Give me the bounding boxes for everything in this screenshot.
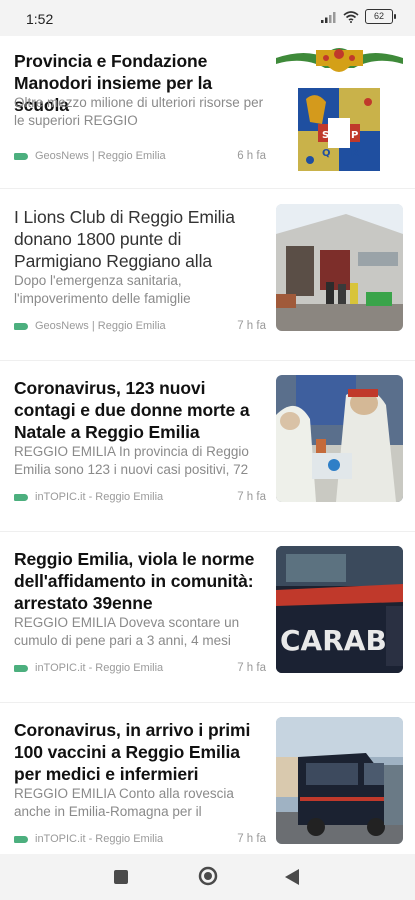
emblem-letter-p: P	[351, 130, 358, 141]
article-source: GeosNews | Reggio Emilia 6 h fa	[14, 149, 266, 163]
news-card[interactable]: I Lions Club di Reggio Emilia donano 180…	[0, 192, 415, 362]
emblem-letter-r: R	[351, 148, 359, 159]
carabinieri-text: CARABINI	[280, 624, 403, 657]
article-source: inTOPIC.it - Reggio Emilia 7 h fa	[14, 661, 266, 675]
home-button[interactable]	[198, 866, 218, 891]
article-source: GeosNews | Reggio Emilia 7 h fa	[14, 319, 266, 333]
signal-icon	[321, 11, 336, 23]
article-time: 7 h fa	[237, 662, 266, 674]
article-snippet: Dopo l'emergenza sanitaria, l'impoverime…	[14, 273, 191, 306]
source-name: inTOPIC.it - Reggio Emilia	[35, 491, 164, 503]
triangle-back-icon	[285, 869, 299, 885]
status-time: 1:52	[26, 11, 54, 27]
article-time: 7 h fa	[237, 320, 266, 332]
status-bar: 1:52 62	[0, 0, 415, 34]
source-tag-icon	[14, 152, 28, 160]
source-name: GeosNews | Reggio Emilia	[35, 150, 166, 162]
back-button[interactable]	[285, 869, 299, 890]
article-time: 7 h fa	[237, 491, 266, 503]
source-name: inTOPIC.it - Reggio Emilia	[35, 662, 164, 674]
news-card[interactable]: Reggio Emilia, viola le norme dell'affid…	[0, 534, 415, 704]
source-tag-icon	[14, 835, 28, 843]
article-title[interactable]: I Lions Club di Reggio Emilia donano 180…	[14, 206, 266, 272]
source-name: inTOPIC.it - Reggio Emilia	[35, 833, 164, 845]
card-divider	[0, 531, 415, 532]
police-van-photo[interactable]	[276, 717, 403, 844]
carabinieri-car-photo[interactable]: CARABINI	[276, 546, 403, 673]
coat-of-arms-image[interactable]: S P Q R	[276, 44, 403, 171]
source-name: GeosNews | Reggio Emilia	[35, 320, 166, 332]
battery-level: 62	[373, 11, 384, 21]
card-divider	[0, 188, 415, 189]
system-nav-bar	[0, 854, 415, 900]
wifi-icon	[343, 10, 359, 23]
source-tag-icon	[14, 493, 28, 501]
emblem-letter-q: Q	[322, 148, 331, 159]
emblem-letter-s: S	[322, 130, 329, 141]
news-card[interactable]: Coronavirus, 123 nuovi contagi e due don…	[0, 363, 415, 533]
card-divider	[0, 360, 415, 361]
news-card[interactable]: Provincia e Fondazione Manodori insieme …	[0, 36, 415, 206]
article-title[interactable]: Reggio Emilia, viola le norme dell'affid…	[14, 548, 266, 614]
battery-icon: 62	[365, 9, 396, 24]
article-snippet: REGGIO EMILIA In provincia di Reggio Emi…	[14, 444, 249, 477]
article-title[interactable]: Coronavirus, 123 nuovi contagi e due don…	[14, 377, 266, 443]
article-time: 6 h fa	[237, 150, 266, 162]
news-feed[interactable]: Provincia e Fondazione Manodori insieme …	[0, 36, 415, 854]
healthcare-workers-photo[interactable]	[276, 375, 403, 502]
article-snippet: REGGIO EMILIA Conto alla rovescia anche …	[14, 786, 234, 819]
article-title[interactable]: Coronavirus, in arrivo i primi 100 vacci…	[14, 719, 266, 785]
article-source: inTOPIC.it - Reggio Emilia 7 h fa	[14, 832, 266, 846]
article-time: 7 h fa	[237, 833, 266, 845]
recent-apps-button[interactable]	[114, 870, 128, 889]
article-snippet: REGGIO EMILIA Doveva scontare un cumulo …	[14, 615, 240, 648]
news-card[interactable]: Coronavirus, in arrivo i primi 100 vacci…	[0, 705, 415, 854]
source-tag-icon	[14, 664, 28, 672]
article-source: inTOPIC.it - Reggio Emilia 7 h fa	[14, 490, 266, 504]
square-icon	[114, 870, 128, 884]
warehouse-photo[interactable]	[276, 204, 403, 331]
circle-icon	[198, 866, 218, 886]
card-divider	[0, 702, 415, 703]
article-snippet: Oltre mezzo milione di ulteriori risorse…	[14, 95, 264, 128]
source-tag-icon	[14, 322, 28, 330]
status-icons: 62	[321, 9, 396, 24]
